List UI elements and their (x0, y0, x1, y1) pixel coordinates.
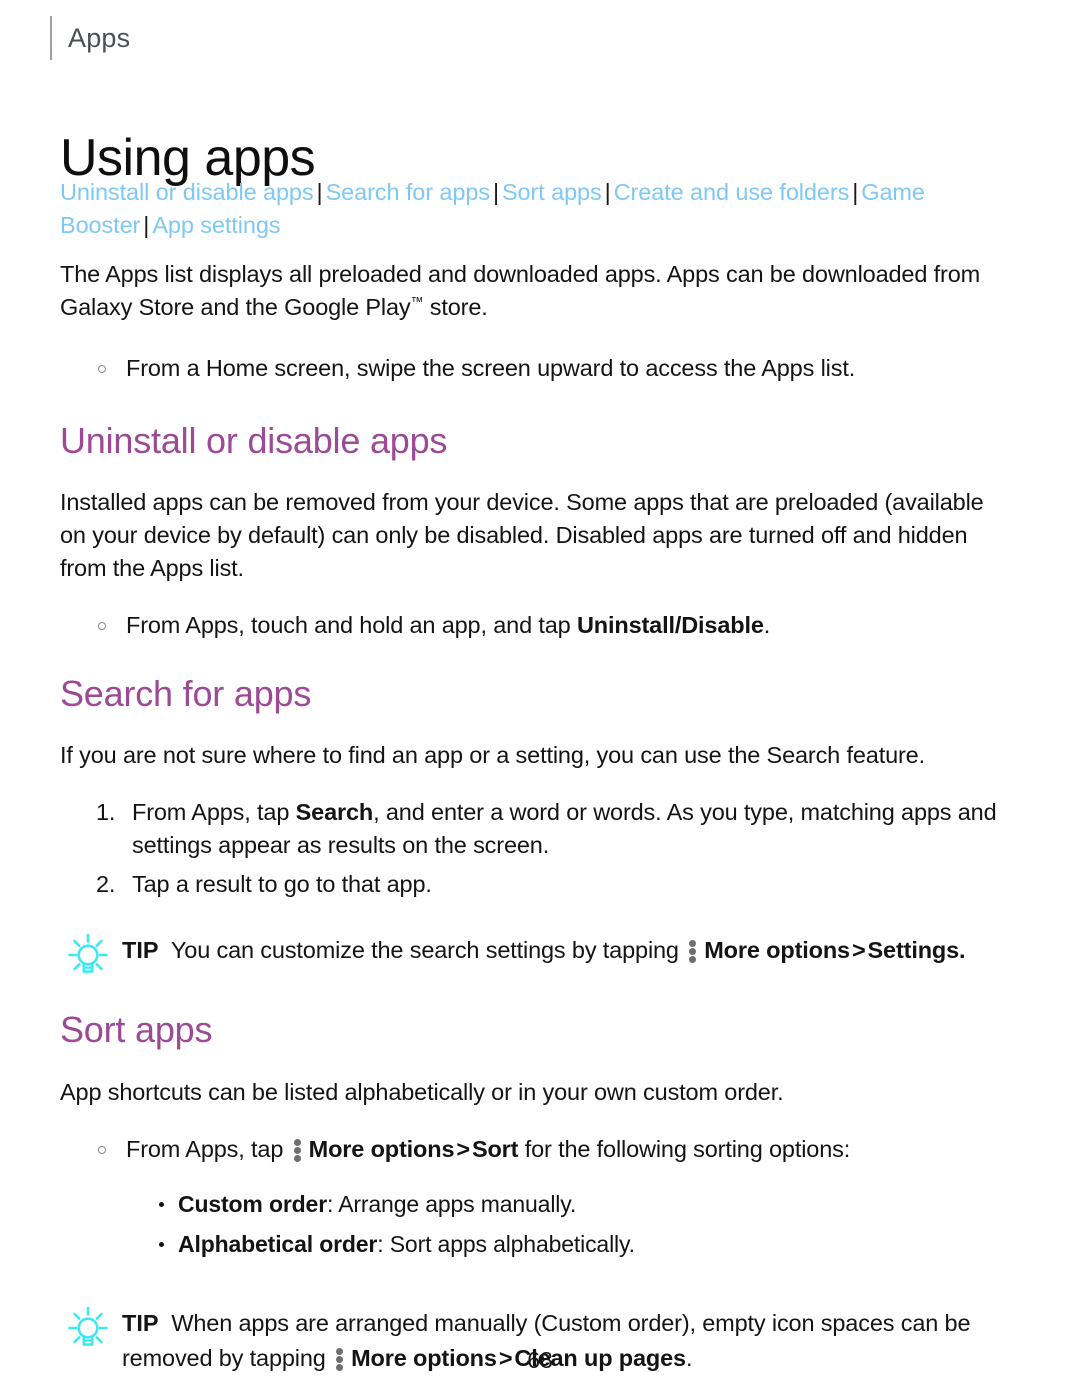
tip-more-options-label: More options (704, 937, 850, 964)
section-heading-search-for-apps: Search for apps (60, 673, 312, 715)
tip-text: TIP You can customize the search setting… (122, 931, 966, 968)
uninstall-bullet-prefix: From Apps, touch and hold an app, and ta… (126, 612, 577, 639)
tip-text-line1: When apps are arranged manually (Custom … (171, 1309, 895, 1336)
page-number: 68 (527, 1347, 553, 1373)
uninstall-section-paragraph: Installed apps can be removed from your … (60, 489, 984, 582)
tip-block-search-settings: TIP You can customize the search setting… (60, 931, 1010, 978)
chevron-separator: > (456, 1135, 470, 1162)
list-item: Custom order: Arrange apps manually. (156, 1184, 1010, 1224)
sort-options-list: Custom order: Arrange apps manually. Alp… (60, 1184, 1010, 1264)
intro-paragraph: The Apps list displays all preloaded and… (60, 258, 1010, 324)
nav-separator: | (852, 179, 859, 205)
tip-trailing-period: . (959, 937, 966, 964)
list-item: Tap a result to go to that app. (96, 868, 1010, 901)
trademark-symbol: ™ (410, 294, 424, 310)
nav-link-uninstall-or-disable-apps[interactable]: Uninstall or disable apps (60, 179, 314, 205)
list-item: From a Home screen, swipe the screen upw… (96, 352, 1010, 385)
nav-separator: | (316, 179, 323, 205)
section-heading-uninstall-or-disable-apps: Uninstall or disable apps (60, 420, 448, 461)
sort-more-options-label: More options (308, 1135, 455, 1162)
search-step2-text: Tap a result to go to that app. (132, 871, 432, 898)
intro-bullet-text: From a Home screen, swipe the screen upw… (126, 355, 856, 381)
search-bold-label: Search (295, 799, 374, 826)
search-step1-prefix: From Apps, tap (132, 799, 296, 826)
sort-bullet-suffix: for the following sorting options: (518, 1135, 851, 1162)
nav-separator: | (143, 212, 150, 238)
nav-link-search-for-apps[interactable]: Search for apps (326, 179, 491, 205)
document-page: Apps Using apps Uninstall or disable app… (0, 0, 1080, 1397)
sort-option-custom-order-desc: : Arrange apps manually. (327, 1190, 577, 1217)
list-item: From Apps, touch and hold an app, and ta… (96, 609, 1010, 642)
document-body: The Apps list displays all preloaded and… (60, 258, 1010, 1376)
more-options-kebab-icon[interactable] (293, 1138, 302, 1162)
nav-link-app-settings[interactable]: App settings (152, 212, 280, 238)
uninstall-bullet-list: From Apps, touch and hold an app, and ta… (60, 609, 1010, 642)
nav-link-create-and-use-folders[interactable]: Create and use folders (614, 179, 850, 205)
sort-bullet-prefix: From Apps, tap (126, 1135, 290, 1162)
sort-bullet-list: From Apps, tap More options>Sort for the… (60, 1133, 1010, 1166)
running-header: Apps (50, 16, 130, 60)
nav-separator: | (492, 179, 499, 205)
uninstall-bullet-suffix: . (763, 612, 771, 639)
intro-paragraph-text-tail: store. (423, 294, 488, 320)
tip-label: TIP (122, 1309, 159, 1336)
list-item: From Apps, tap Search, and enter a word … (96, 796, 1010, 862)
intro-paragraph-text: The Apps list displays all preloaded and… (60, 261, 981, 320)
section-heading-sort-apps: Sort apps (60, 1009, 213, 1051)
more-options-kebab-icon[interactable] (689, 940, 697, 964)
sort-section-paragraph: App shortcuts can be listed alphabetical… (60, 1078, 784, 1105)
sort-target-label: Sort (471, 1135, 519, 1162)
sort-option-alphabetical-order-label: Alphabetical order (178, 1230, 378, 1257)
chevron-separator: > (851, 937, 866, 964)
sort-option-alphabetical-order-desc: : Sort apps alphabetically. (377, 1230, 635, 1257)
tip-settings-label: Settings (867, 937, 960, 964)
uninstall-disable-bold-label: Uninstall/Disable (576, 612, 764, 639)
section-links-nav: Uninstall or disable apps | Search for app… (60, 176, 1000, 242)
list-item: Alphabetical order: Sort apps alphabetic… (156, 1224, 1010, 1264)
running-header-label: Apps (68, 22, 131, 53)
search-section-paragraph: If you are not sure where to find an app… (60, 742, 925, 769)
search-steps-list: From Apps, tap Search, and enter a word … (60, 796, 1010, 901)
list-item: From Apps, tap More options>Sort for the… (96, 1133, 1010, 1166)
lightbulb-tip-icon (64, 932, 112, 978)
sort-option-custom-order-label: Custom order (178, 1190, 327, 1217)
tip-label: TIP (122, 937, 159, 964)
nav-link-sort-apps[interactable]: Sort apps (502, 179, 602, 205)
tip-text-before-icon: You can customize the search settings by… (170, 937, 686, 964)
lightbulb-tip-icon (64, 1305, 112, 1351)
header-divider-rule (50, 16, 52, 60)
intro-bullet-list: From a Home screen, swipe the screen upw… (60, 352, 1010, 385)
nav-separator: | (604, 179, 611, 205)
